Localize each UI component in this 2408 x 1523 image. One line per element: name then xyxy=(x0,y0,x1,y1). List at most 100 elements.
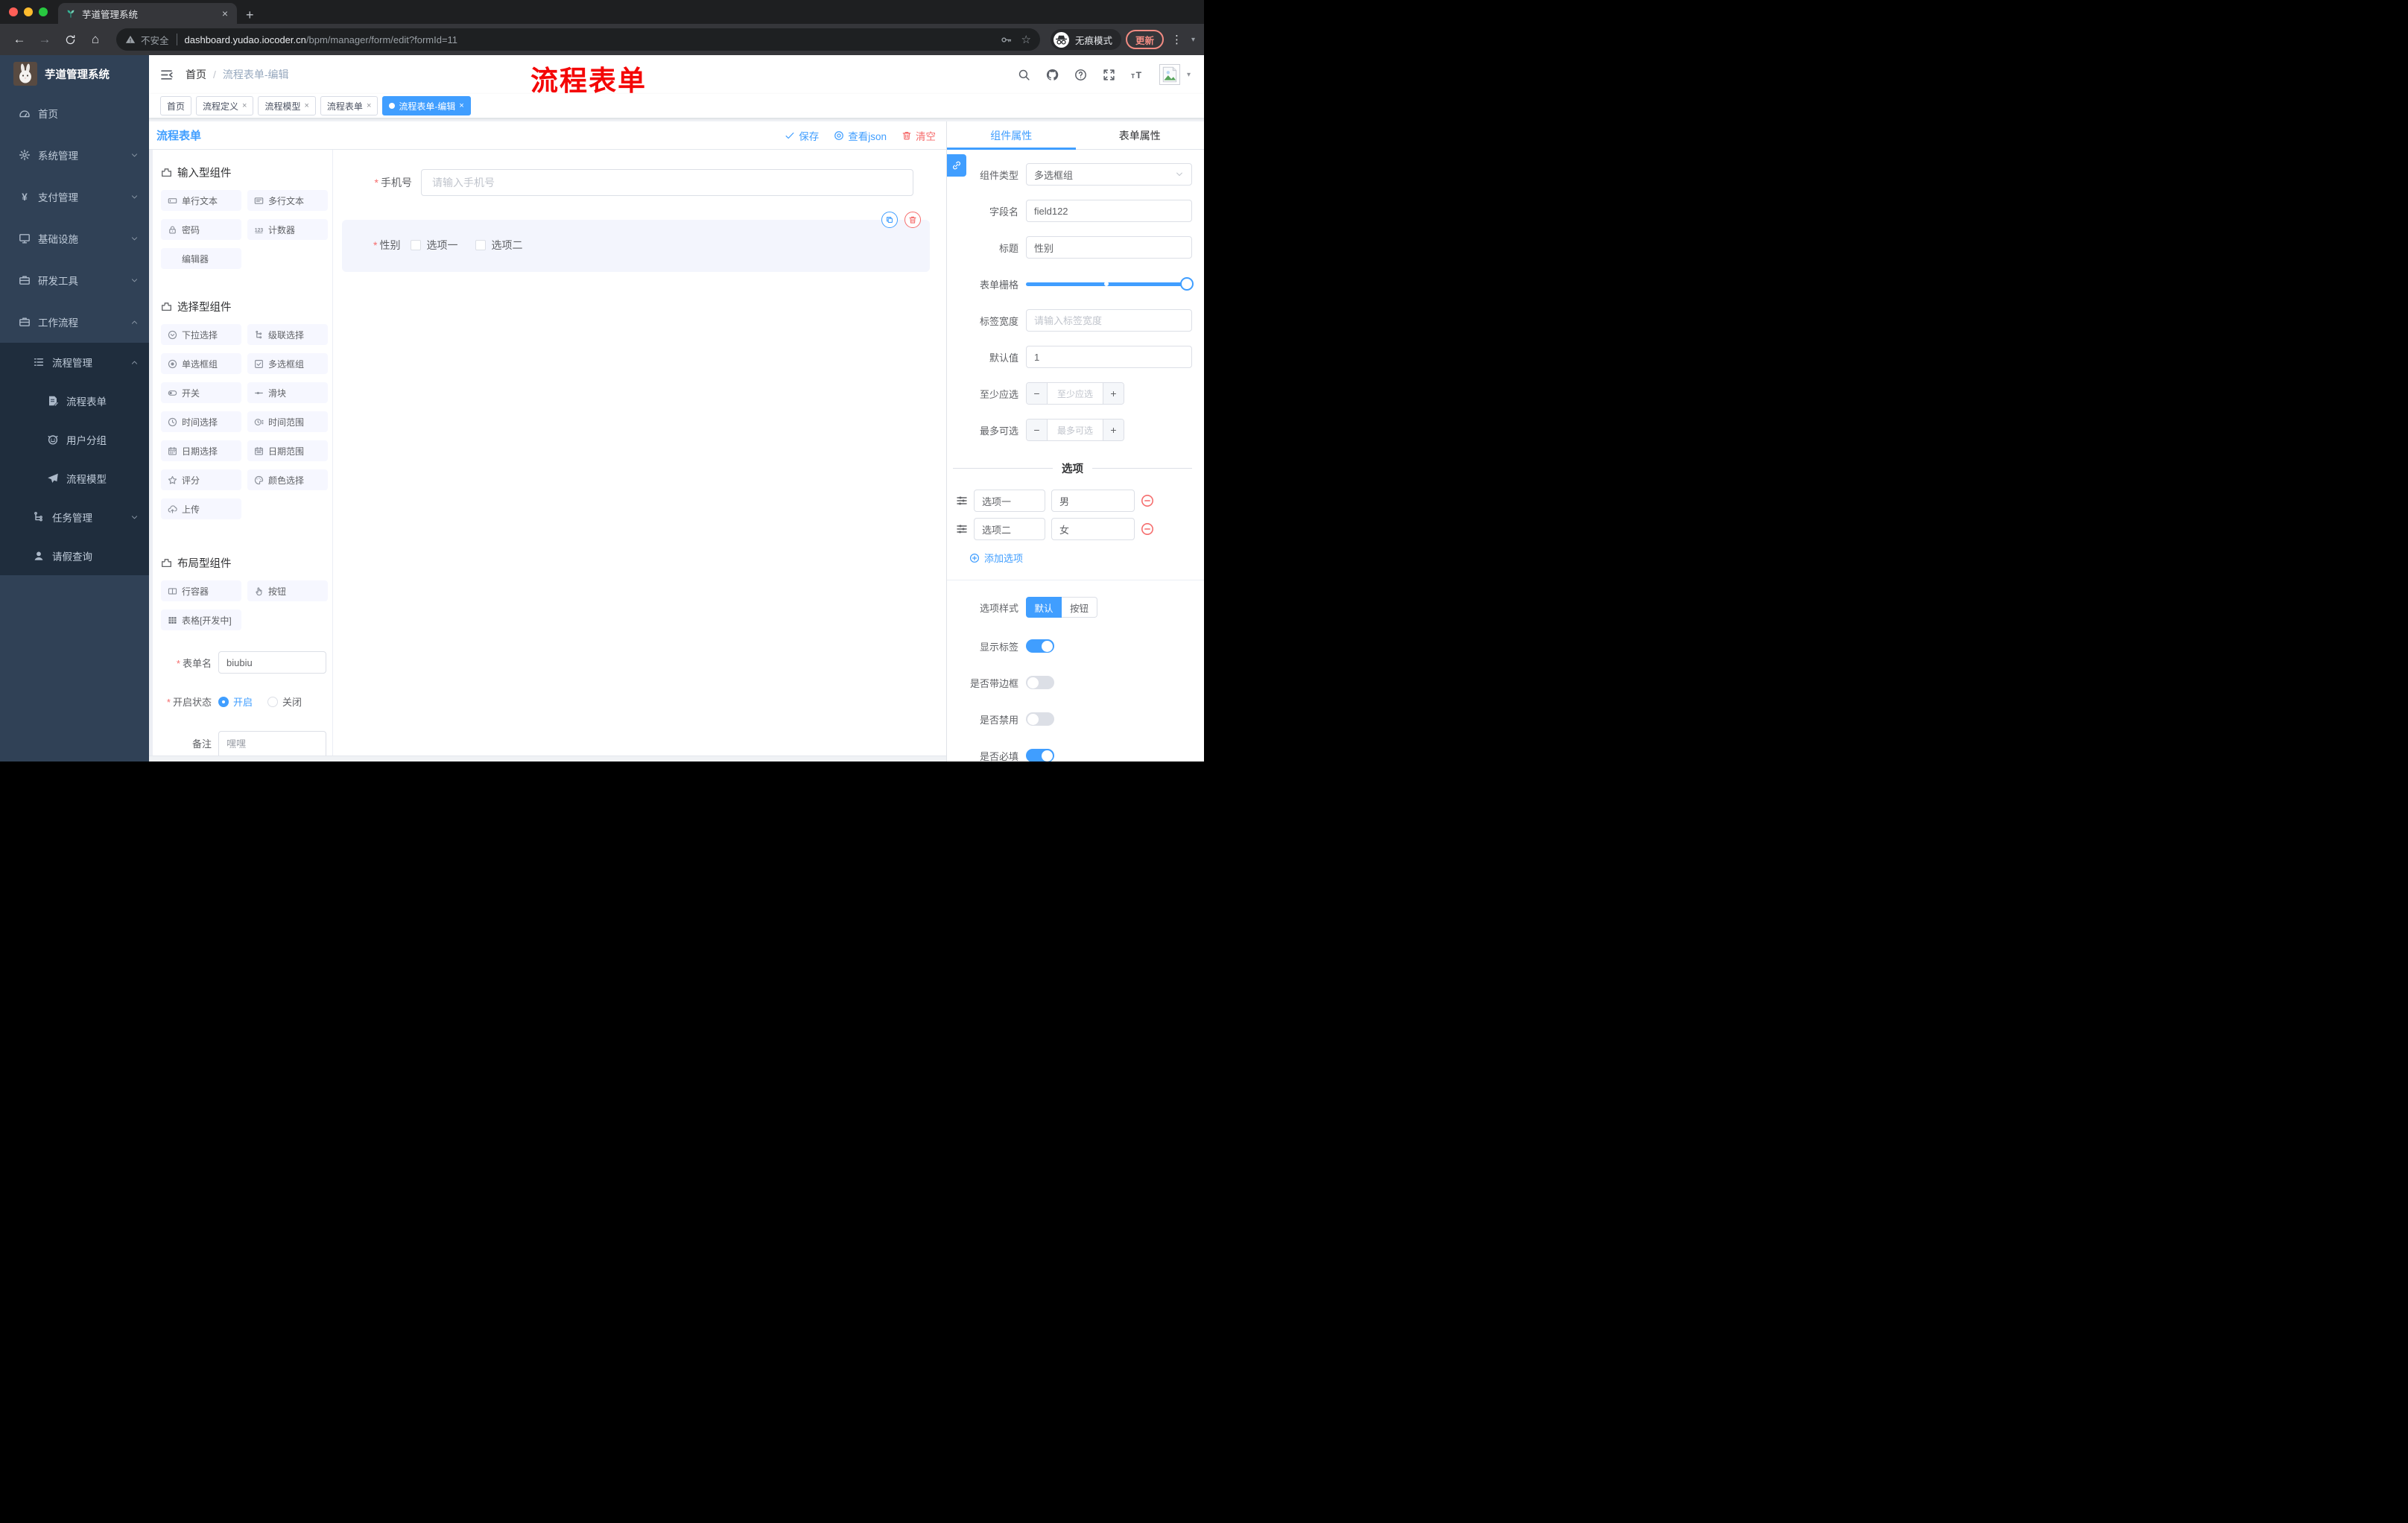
address-bar[interactable]: 不安全 dashboard.yudao.iocoder.cn/bpm/manag… xyxy=(116,28,1040,51)
browser-menu-icon[interactable]: ⋮ xyxy=(1168,33,1185,46)
option-value-input[interactable] xyxy=(1051,518,1135,540)
tab-component-props[interactable]: 组件属性 xyxy=(947,121,1076,150)
sidebar-item-process-form[interactable]: 流程表单 xyxy=(0,381,149,420)
component-chip-counter[interactable]: 123 计数器 xyxy=(247,219,328,240)
collapse-sidebar-icon[interactable] xyxy=(159,68,174,82)
tag-close-icon[interactable]: × xyxy=(304,101,308,110)
form-canvas[interactable]: 手机号 性别 选项一 选项二 xyxy=(333,150,946,756)
style-default-button[interactable]: 默认 xyxy=(1026,597,1062,618)
sidebar-logo[interactable]: 芋道管理系统 xyxy=(0,55,149,92)
status-radio-on[interactable]: 开启 xyxy=(218,694,253,709)
drag-handle-icon[interactable] xyxy=(956,495,968,507)
sidebar-item-process-mgmt[interactable]: 流程管理 xyxy=(0,343,149,381)
sidebar-item-payment[interactable]: ¥ 支付管理 xyxy=(0,176,149,218)
field-phone[interactable]: 手机号 xyxy=(333,150,946,196)
component-chip-multi-text[interactable]: 多行文本 xyxy=(247,190,328,211)
form-grid-slider[interactable] xyxy=(1026,273,1194,295)
zoom-window-button[interactable] xyxy=(39,7,48,16)
slider-handle[interactable] xyxy=(1180,277,1194,291)
view-json-button[interactable]: 查看json xyxy=(834,128,887,143)
tab-close-icon[interactable]: × xyxy=(219,7,231,19)
component-type-select[interactable]: 多选框组 xyxy=(1026,163,1192,186)
stepper-minus-button[interactable]: − xyxy=(1027,419,1048,440)
stepper-minus-button[interactable]: − xyxy=(1027,383,1048,404)
stepper-plus-button[interactable]: + xyxy=(1103,419,1124,440)
component-chip-time-range[interactable]: 时间范围 xyxy=(247,411,328,432)
title-input[interactable] xyxy=(1026,236,1192,259)
label-width-input[interactable] xyxy=(1026,309,1192,332)
sidebar-item-devtools[interactable]: 研发工具 xyxy=(0,259,149,301)
stepper-value[interactable]: 最多可选 xyxy=(1048,419,1103,440)
component-chip-cascader[interactable]: 级联选择 xyxy=(247,324,328,345)
clear-button[interactable]: 清空 xyxy=(902,128,936,143)
avatar[interactable] xyxy=(1159,64,1180,85)
breadcrumb-home[interactable]: 首页 xyxy=(186,67,206,82)
component-chip-select[interactable]: 下拉选择 xyxy=(161,324,241,345)
component-chip-upload[interactable]: 上传 xyxy=(161,498,241,519)
component-chip-single-text[interactable]: 单行文本 xyxy=(161,190,241,211)
stepper-value[interactable]: 至少应选 xyxy=(1048,383,1103,404)
form-name-input[interactable] xyxy=(218,651,326,674)
save-button[interactable]: 保存 xyxy=(785,128,819,143)
sidebar-item-infra[interactable]: 基础设施 xyxy=(0,218,149,259)
tag-home[interactable]: 首页 xyxy=(160,96,192,115)
component-chip-rate[interactable]: 评分 xyxy=(161,469,241,490)
profile-caret-icon[interactable]: ▾ xyxy=(1187,71,1191,79)
component-chip-table[interactable]: 表格[开发中] xyxy=(161,609,241,630)
component-chip-checkbox-group[interactable]: 多选框组 xyxy=(247,353,328,374)
disabled-toggle[interactable] xyxy=(1026,712,1054,726)
component-chip-switch[interactable]: 开关 xyxy=(161,382,241,403)
delete-field-button[interactable] xyxy=(904,212,921,228)
sidebar-item-system[interactable]: 系统管理 xyxy=(0,134,149,176)
link-fab-button[interactable] xyxy=(947,154,966,177)
update-chrome-button[interactable]: 更新 xyxy=(1125,30,1164,49)
remove-option-icon[interactable] xyxy=(1141,494,1154,507)
copy-field-button[interactable] xyxy=(881,212,898,228)
component-chip-password[interactable]: 密码 xyxy=(161,219,241,240)
border-toggle[interactable] xyxy=(1026,676,1054,689)
component-chip-date[interactable]: 日期选择 xyxy=(161,440,241,461)
sidebar-item-task-mgmt[interactable]: 任务管理 xyxy=(0,498,149,536)
tag-close-icon[interactable]: × xyxy=(242,101,247,110)
tag-process-definition[interactable]: 流程定义 × xyxy=(196,96,254,115)
form-remark-textarea[interactable]: 嘿嘿 xyxy=(218,731,326,756)
font-size-icon[interactable]: TT xyxy=(1131,69,1144,81)
component-chip-slider[interactable]: 滑块 xyxy=(247,382,328,403)
minimize-window-button[interactable] xyxy=(24,7,33,16)
phone-input[interactable] xyxy=(421,169,913,196)
status-radio-off[interactable]: 关闭 xyxy=(267,694,302,709)
chrome-caret-icon[interactable]: ▾ xyxy=(1191,36,1195,44)
close-window-button[interactable] xyxy=(9,7,18,16)
tag-process-form[interactable]: 流程表单 × xyxy=(320,96,378,115)
component-chip-color[interactable]: 颜色选择 xyxy=(247,469,328,490)
back-button[interactable]: ← xyxy=(9,29,30,50)
checkbox-icon[interactable] xyxy=(411,240,422,250)
component-chip-radio-group[interactable]: 单选框组 xyxy=(161,353,241,374)
option-value-input[interactable] xyxy=(1051,490,1135,512)
stepper-plus-button[interactable]: + xyxy=(1103,383,1124,404)
help-icon[interactable] xyxy=(1074,69,1087,81)
option-name-input[interactable] xyxy=(974,490,1045,512)
option-name-input[interactable] xyxy=(974,518,1045,540)
component-chip-date-range[interactable]: 日期范围 xyxy=(247,440,328,461)
tag-close-icon[interactable]: × xyxy=(367,101,371,110)
component-chip-button[interactable]: 按钮 xyxy=(247,580,328,601)
add-option-button[interactable]: 添加选项 xyxy=(969,551,1204,565)
search-icon[interactable] xyxy=(1018,69,1030,81)
bookmark-star-icon[interactable]: ☆ xyxy=(1021,34,1030,45)
window-controls[interactable] xyxy=(0,0,58,24)
style-button-button[interactable]: 按钮 xyxy=(1062,597,1097,618)
checkbox-icon[interactable] xyxy=(475,240,487,250)
required-toggle[interactable] xyxy=(1026,749,1054,762)
component-chip-editor[interactable]: 编辑器 xyxy=(161,248,241,269)
selected-field-gender[interactable]: 性别 选项一 选项二 xyxy=(342,212,930,272)
sidebar-item-workflow[interactable]: 工作流程 xyxy=(0,301,149,343)
sidebar-item-process-model[interactable]: 流程模型 xyxy=(0,459,149,498)
reload-button[interactable] xyxy=(60,29,80,50)
sidebar-item-home[interactable]: 首页 xyxy=(0,92,149,134)
github-icon[interactable] xyxy=(1046,69,1059,81)
default-value-input[interactable] xyxy=(1026,346,1192,368)
not-secure-label[interactable]: 不安全 xyxy=(141,33,169,47)
gender-option-2[interactable]: 选项二 xyxy=(475,238,522,253)
field-name-input[interactable] xyxy=(1026,200,1192,222)
